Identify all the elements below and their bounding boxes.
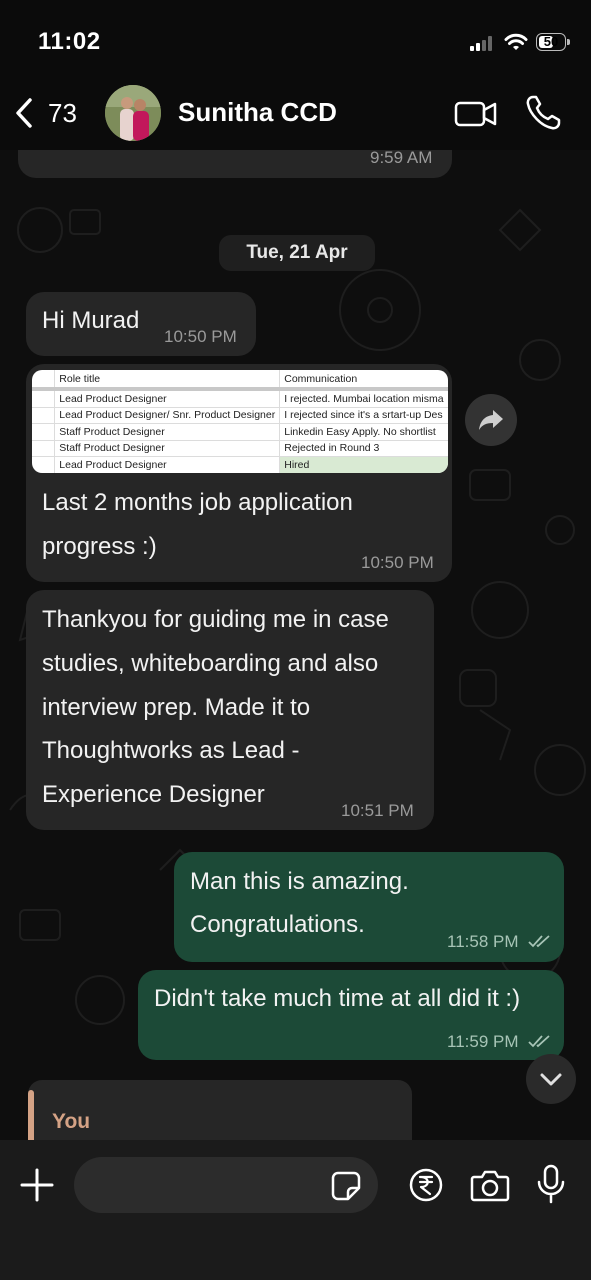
message-text: Thankyou for guiding me in case xyxy=(42,606,389,633)
contact-name[interactable]: Sunitha CCD xyxy=(178,97,337,128)
back-chevron-icon[interactable] xyxy=(12,96,38,130)
avatar[interactable] xyxy=(105,85,161,141)
double-check-icon xyxy=(528,935,550,948)
chevron-down-icon xyxy=(540,1073,562,1086)
table-cell: Staff Product Designer xyxy=(54,423,281,441)
message-text: studies, whiteboarding and also xyxy=(42,650,379,677)
message-time: 11:58 PM xyxy=(447,932,519,951)
reply-accent-bar xyxy=(28,1090,34,1140)
phone-icon[interactable] xyxy=(524,94,562,132)
rupee-payment-icon[interactable] xyxy=(408,1167,444,1203)
message-text: Man this is amazing. xyxy=(190,868,409,895)
table-cell: Rejected in Round 3 xyxy=(279,440,448,457)
message-text: Experience Designer xyxy=(42,781,265,808)
message-text: Didn't take much time at all did it :) xyxy=(154,985,521,1012)
battery-cap xyxy=(567,39,570,45)
table-cell: Staff Product Designer xyxy=(54,440,281,457)
table-row: Lead Product Designer Hired xyxy=(32,456,448,473)
battery-level: 50 xyxy=(543,34,559,49)
spreadsheet-image[interactable]: Role title Communication Lead Product De… xyxy=(32,370,448,473)
message-text: Last 2 months job application xyxy=(42,489,353,516)
table-row: Staff Product Designer Rejected in Round… xyxy=(32,440,448,457)
date-label: Tue, 21 Apr xyxy=(246,242,348,263)
message-time: 10:50 PM xyxy=(361,553,434,572)
table-cell-hired: Hired xyxy=(279,456,448,473)
message-text: interview prep. Made it to xyxy=(42,694,311,721)
status-time: 11:02 xyxy=(38,28,101,55)
message-text: progress :) xyxy=(42,533,157,560)
table-header-cell: Role title xyxy=(54,370,281,391)
message-time: 10:51 PM xyxy=(341,801,414,820)
microphone-icon[interactable] xyxy=(536,1164,566,1204)
table-cell: Lead Product Designer/ Snr. Product Desi… xyxy=(54,407,281,424)
chat-area[interactable]: 9:59 AM Tue, 21 Apr Hi Murad 10:50 PM Ro… xyxy=(0,150,591,1140)
camera-icon[interactable] xyxy=(470,1167,510,1203)
table-cell: Linkedin Easy Apply. No shortlist xyxy=(279,423,448,441)
table-row: Lead Product Designer I rejected. Mumbai… xyxy=(32,389,448,408)
video-call-icon[interactable] xyxy=(454,98,498,130)
plus-icon[interactable] xyxy=(18,1166,56,1204)
table-row: Lead Product Designer/ Snr. Product Desi… xyxy=(32,407,448,424)
wifi-icon xyxy=(504,33,528,50)
table-cell: I rejected. Mumbai location misma xyxy=(279,389,448,408)
table-cell: Lead Product Designer xyxy=(54,456,281,473)
reply-preview[interactable]: You xyxy=(28,1080,412,1140)
cellular-signal-icon xyxy=(470,35,494,51)
forward-button[interactable] xyxy=(465,394,517,446)
message-time: 11:59 PM xyxy=(447,1032,519,1051)
scroll-to-bottom-button[interactable] xyxy=(526,1054,576,1104)
table-cell: Lead Product Designer xyxy=(54,389,281,408)
table-header-cell: Communication xyxy=(279,370,448,391)
double-check-icon xyxy=(528,1035,550,1048)
forward-icon xyxy=(479,410,503,430)
unread-count[interactable]: 73 xyxy=(48,98,77,129)
message-text: Congratulations. xyxy=(190,911,365,938)
sticker-icon[interactable] xyxy=(330,1170,362,1202)
battery-icon: 50 xyxy=(536,33,566,51)
message-time: 9:59 AM xyxy=(370,150,433,167)
table-header-cell xyxy=(32,370,56,391)
message-text: Thoughtworks as Lead - xyxy=(42,737,300,764)
table-cell: I rejected since it's a srtart-up Des xyxy=(279,407,448,424)
table-row: Staff Product Designer Linkedin Easy App… xyxy=(32,423,448,441)
message-time: 10:50 PM xyxy=(164,327,237,346)
reply-sender-name: You xyxy=(52,1110,91,1133)
message-text: Hi Murad xyxy=(42,307,140,334)
